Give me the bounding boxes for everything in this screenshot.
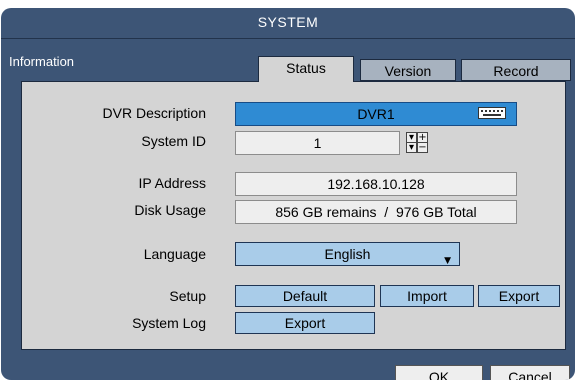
- disk-usage-field: 856 GB remains / 976 GB Total: [235, 200, 517, 224]
- language-label: Language: [143, 246, 206, 262]
- disk-usage-label: Disk Usage: [134, 202, 206, 218]
- language-value: English: [324, 246, 371, 262]
- tab-status[interactable]: Status: [258, 56, 354, 82]
- dvr-description-field[interactable]: DVR1: [235, 102, 517, 126]
- dialog-title: SYSTEM: [257, 14, 319, 30]
- dvr-description-label: DVR Description: [102, 105, 206, 121]
- language-dropdown[interactable]: English ▼: [235, 242, 460, 266]
- status-panel: DVR Description DVR1 System ID 1 ▾ ▾ + −…: [21, 81, 566, 350]
- system-id-label: System ID: [141, 133, 206, 149]
- ip-address-field[interactable]: 192.168.10.128: [235, 172, 517, 196]
- ok-button[interactable]: OK: [395, 365, 483, 380]
- spin-decrement-icon-2[interactable]: ▾: [406, 142, 417, 153]
- keyboard-icon[interactable]: [478, 107, 506, 119]
- setup-label: Setup: [169, 288, 206, 304]
- system-log-label: System Log: [132, 315, 206, 331]
- system-log-export-button[interactable]: Export: [235, 312, 375, 334]
- title-divider: [1, 38, 575, 39]
- system-dialog: SYSTEM Information Status Version Record…: [1, 8, 575, 380]
- ip-address-label: IP Address: [138, 175, 206, 191]
- system-id-field[interactable]: 1: [235, 131, 400, 155]
- setup-export-button[interactable]: Export: [478, 285, 560, 307]
- cancel-button[interactable]: Cancel: [490, 365, 570, 380]
- dvr-description-value: DVR1: [357, 106, 395, 122]
- spin-down-button[interactable]: −: [417, 142, 428, 153]
- default-button[interactable]: Default: [235, 285, 375, 307]
- import-button[interactable]: Import: [380, 285, 474, 307]
- chevron-down-icon: ▼: [444, 256, 451, 266]
- tab-record[interactable]: Record: [461, 59, 571, 81]
- tab-version[interactable]: Version: [360, 59, 456, 81]
- section-label-information: Information: [9, 54, 75, 69]
